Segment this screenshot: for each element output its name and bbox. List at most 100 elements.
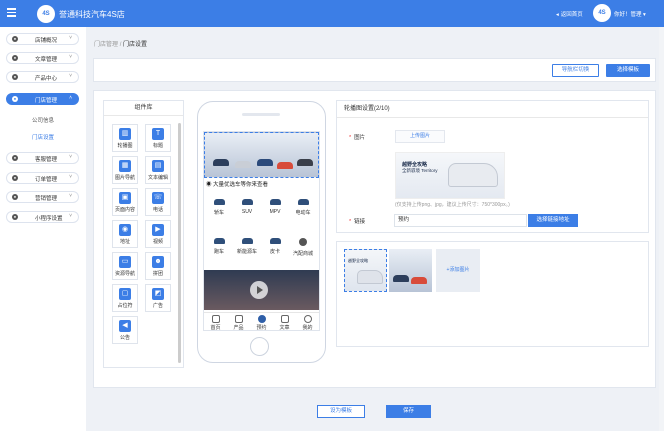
add-image-button[interactable]: +添加图片 bbox=[436, 249, 480, 292]
image-nav-icon: ▦ bbox=[119, 160, 131, 172]
widget-placeholder[interactable]: ▢ 占位符 bbox=[112, 284, 138, 312]
home-link[interactable]: ◂ 返回首页 bbox=[556, 10, 585, 18]
widget-label: 图片导航 bbox=[114, 175, 135, 181]
widget-image-nav[interactable]: ▦ 图片导航 bbox=[112, 156, 138, 184]
tab-articles[interactable]: 文章 bbox=[273, 315, 296, 330]
widget-carousel[interactable]: ▥ 轮播图 bbox=[112, 124, 138, 152]
car-image bbox=[411, 277, 427, 284]
carousel-icon: ▥ bbox=[119, 128, 131, 140]
tab-label: 产品 bbox=[233, 325, 244, 331]
sidebar-item-label: 小程序设置 bbox=[35, 216, 63, 222]
category-item[interactable]: MPV bbox=[261, 199, 289, 215]
car-icon bbox=[213, 238, 225, 244]
chevron-down-icon: ˅ bbox=[69, 193, 72, 199]
category-item[interactable]: SUV bbox=[233, 199, 261, 215]
tab-label: 我的 bbox=[302, 325, 313, 331]
suv-image bbox=[448, 163, 498, 187]
carousel-thumb-1[interactable]: 越野全攻略 bbox=[344, 249, 387, 292]
chevron-down-icon: ˅ bbox=[69, 73, 72, 79]
category-label: 新能源车 bbox=[236, 249, 257, 255]
category-label: 电动车 bbox=[295, 210, 311, 216]
user-greeting: 你好！管理 bbox=[614, 12, 642, 18]
category-item[interactable]: 跑车 bbox=[205, 238, 233, 255]
widget-group-buy[interactable]: ☻ 拼团 bbox=[145, 252, 171, 280]
menu-icon[interactable] bbox=[7, 8, 16, 17]
play-icon[interactable] bbox=[250, 281, 268, 299]
widget-label: 地址 bbox=[119, 239, 130, 245]
chevron-down-icon: ▾ bbox=[643, 12, 646, 18]
category-label: 轿车 bbox=[213, 210, 224, 216]
sidebar-item-articles[interactable]: ● 文章管理 ˅ bbox=[6, 52, 79, 64]
widget-title[interactable]: T 标题 bbox=[145, 124, 171, 152]
widget-label: 文本编辑 bbox=[147, 175, 168, 181]
widget-resource-nav[interactable]: ▭ 资源导航 bbox=[112, 252, 138, 280]
category-label: 皮卡 bbox=[269, 249, 280, 255]
category-item[interactable]: 新能源车 bbox=[233, 238, 261, 255]
tab-products[interactable]: 产品 bbox=[227, 315, 250, 331]
widget-ad[interactable]: ◩ 广告 bbox=[145, 284, 171, 312]
sidebar-subitem-store-settings[interactable]: 门店设置 bbox=[32, 133, 54, 141]
widget-label: 占位符 bbox=[117, 303, 133, 309]
category-item[interactable]: 汽配商城 bbox=[289, 238, 317, 257]
widget-announcement[interactable]: ◀ 公告 bbox=[112, 316, 138, 344]
set-as-template-button[interactable]: 设为模板 bbox=[317, 405, 365, 418]
title-icon: T bbox=[152, 128, 164, 140]
widget-label: 资源导航 bbox=[114, 271, 135, 277]
phone-tab-bar: 首页 产品 预约 文章 我的 bbox=[204, 312, 319, 331]
widget-library-scrollbar[interactable] bbox=[178, 123, 181, 363]
user-icon bbox=[303, 315, 312, 323]
carousel-image-preview: 越野全攻略 全新驭境 Territory bbox=[395, 152, 505, 199]
placeholder-icon: ▢ bbox=[119, 288, 131, 300]
avatar[interactable]: 4S bbox=[593, 4, 611, 22]
widget-phone[interactable]: ☏ 电话 bbox=[145, 188, 171, 216]
home-link-label: 返回首页 bbox=[560, 12, 583, 18]
megaphone-icon: ◀ bbox=[119, 320, 131, 332]
ad-icon: ◩ bbox=[152, 288, 164, 300]
sidebar-item-marketing[interactable]: ● 营销管理 ˅ bbox=[6, 191, 79, 203]
top-bar: 4S 誉通科技汽车4S店 ◂ 返回首页 4S 你好！管理 ▾ bbox=[0, 0, 664, 27]
preview-title: 越野全攻略 bbox=[402, 162, 428, 168]
chevron-down-icon: ˅ bbox=[69, 154, 72, 160]
notice-bar: ◉ 大量优选车等你来查看 bbox=[206, 180, 268, 188]
page-scrollbar[interactable] bbox=[659, 27, 664, 431]
category-item[interactable]: 电动车 bbox=[289, 199, 317, 216]
category-item[interactable]: 皮卡 bbox=[261, 238, 289, 255]
sidebar-item-customer-service[interactable]: ● 客服管理 ˅ bbox=[6, 152, 79, 164]
user-menu[interactable]: 你好！管理 ▾ bbox=[614, 10, 646, 18]
widget-text-editor[interactable]: ▤ 文本编辑 bbox=[145, 156, 171, 184]
text-editor-icon: ▤ bbox=[152, 160, 164, 172]
sidebar-item-store-management[interactable]: ● 门店管理 ˄ bbox=[6, 93, 79, 105]
sidebar-item-orders[interactable]: ● 订单管理 ˅ bbox=[6, 172, 79, 184]
widget-address[interactable]: ◉ 地址 bbox=[112, 220, 138, 248]
sidebar-item-label: 门店管理 bbox=[35, 98, 58, 104]
product-icon: ● bbox=[12, 74, 18, 80]
phone-screen: ◉ 大量优选车等你来查看 轿车 SUV MPV 电动车 跑车 新能源车 皮卡 汽… bbox=[203, 131, 320, 331]
tab-label: 首页 bbox=[210, 325, 221, 331]
widget-label: 轮播图 bbox=[117, 143, 133, 149]
video-block[interactable] bbox=[204, 270, 319, 310]
car-image bbox=[297, 159, 313, 166]
category-item[interactable]: 轿车 bbox=[205, 199, 233, 216]
preview-banner[interactable] bbox=[204, 132, 319, 178]
link-input[interactable]: 预约 bbox=[394, 214, 527, 227]
carousel-thumb-2[interactable] bbox=[389, 249, 432, 292]
choose-link-button[interactable]: 选择链接地址 bbox=[528, 214, 578, 227]
sidebar-subitem-company-info[interactable]: 公司信息 bbox=[32, 116, 54, 124]
sidebar-item-store-overview[interactable]: ● 店铺概况 ˅ bbox=[6, 33, 79, 45]
tab-booking[interactable]: 预约 bbox=[250, 315, 273, 330]
upload-image-button[interactable]: 上传图片 bbox=[395, 130, 445, 143]
save-button[interactable]: 保存 bbox=[386, 405, 431, 418]
widget-page-content[interactable]: ▣ 页面内容 bbox=[112, 188, 138, 216]
tab-mine[interactable]: 我的 bbox=[296, 315, 319, 331]
nav-switch-button[interactable]: 导航栏切换 bbox=[552, 64, 599, 77]
widget-video[interactable]: ▶ 视频 bbox=[145, 220, 171, 248]
breadcrumb-parent[interactable]: 门店管理 bbox=[94, 42, 118, 48]
sidebar-item-products[interactable]: ● 产品中心 ˅ bbox=[6, 71, 79, 83]
sidebar-item-miniprogram-settings[interactable]: ● 小程序设置 ˅ bbox=[6, 211, 79, 223]
tab-home[interactable]: 首页 bbox=[204, 315, 227, 331]
sidebar-item-label: 客服管理 bbox=[35, 157, 58, 163]
sidebar-item-label: 营销管理 bbox=[35, 196, 58, 202]
car-icon bbox=[269, 199, 281, 205]
car-icon bbox=[213, 199, 225, 205]
choose-template-button[interactable]: 选择模板 bbox=[606, 64, 650, 77]
